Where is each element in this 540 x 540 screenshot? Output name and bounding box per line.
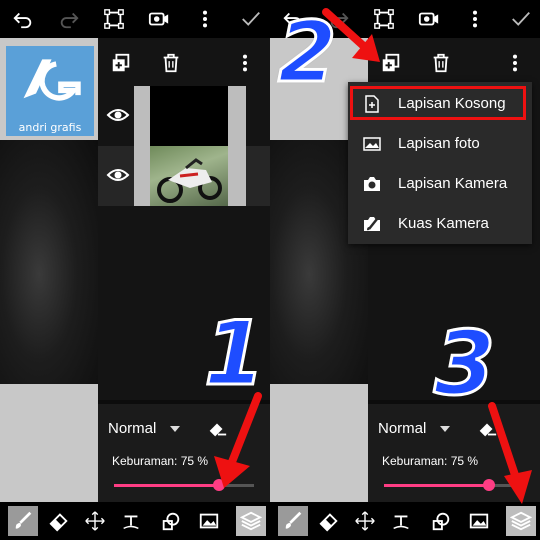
layer-row-blank[interactable]: [98, 86, 270, 146]
opacity-slider-fill: [384, 484, 489, 487]
move-tool-button[interactable]: [350, 506, 380, 536]
camera-layer-icon: [362, 174, 382, 194]
logo-text: andri grafis: [18, 121, 82, 134]
layer-thumbnail-photo-right: [228, 146, 246, 206]
undo-icon[interactable]: [12, 8, 34, 30]
video-record-icon[interactable]: [148, 8, 170, 30]
andri-grafis-logo: andri grafis: [6, 46, 94, 136]
photo-layer-icon: [362, 134, 382, 154]
image-tool-button[interactable]: [464, 506, 494, 536]
menu-item-photo-layer[interactable]: Lapisan foto: [348, 124, 532, 164]
camera-brush-icon: [362, 214, 382, 234]
menu-item-label: Kuas Kamera: [398, 215, 489, 232]
layer-thumbnail-photo-left: [134, 146, 150, 206]
brush-tool-button[interactable]: [278, 506, 308, 536]
red-arrow-icon: [214, 392, 262, 488]
shape-tool-button[interactable]: [426, 506, 456, 536]
shape-tool-button[interactable]: [156, 506, 186, 536]
video-record-icon[interactable]: [418, 8, 440, 30]
bottom-toolbar: [0, 502, 270, 540]
crop-frame-icon[interactable]: [103, 8, 125, 30]
layer-thumbnail-blank: [150, 86, 228, 146]
eraser-tool-button[interactable]: [44, 506, 74, 536]
redo-icon[interactable]: [58, 8, 80, 30]
canvas-area-bottom: [270, 384, 368, 502]
opacity-slider-fill: [114, 484, 219, 487]
opacity-label: Keburaman: 75 %: [112, 454, 209, 468]
layer-thumbnail-motorcycle: [150, 146, 228, 206]
layers-tool-button[interactable]: [506, 506, 536, 536]
menu-item-camera-brush[interactable]: Kuas Kamera: [348, 204, 532, 244]
more-options-icon[interactable]: [464, 8, 486, 30]
layer-thumbnail-blank-right: [228, 86, 246, 146]
text-tool-button[interactable]: [116, 506, 146, 536]
menu-item-label: Lapisan Kamera: [398, 175, 508, 192]
canvas-area-bottom: [0, 384, 98, 502]
step-number-3: 3: [432, 312, 496, 415]
red-arrow-icon: [488, 402, 532, 504]
menu-item-camera-layer[interactable]: Lapisan Kamera: [348, 164, 532, 204]
top-toolbar: [0, 0, 270, 38]
image-tool-button[interactable]: [194, 506, 224, 536]
opacity-label: Keburaman: 75 %: [382, 454, 479, 468]
apply-check-icon[interactable]: [510, 8, 532, 30]
left-screenshot-panel: andri grafis Normal Keburaman: 75 % 1: [0, 0, 270, 540]
highlight-box: [350, 86, 526, 120]
delete-layer-icon[interactable]: [160, 52, 182, 74]
add-layer-icon[interactable]: [110, 52, 132, 74]
layer-options-icon[interactable]: [504, 52, 526, 74]
bottom-toolbar: [270, 502, 540, 540]
blend-mode-select[interactable]: Normal: [378, 420, 426, 437]
canvas-photo: [0, 140, 98, 384]
more-options-icon[interactable]: [194, 8, 216, 30]
layer-row-photo[interactable]: [98, 146, 270, 206]
step-number-1: 1: [202, 302, 266, 405]
delete-layer-icon[interactable]: [430, 52, 452, 74]
eye-visibility-icon[interactable]: [106, 164, 130, 186]
dropdown-arrow-icon[interactable]: [440, 426, 450, 432]
apply-check-icon[interactable]: [240, 8, 262, 30]
eye-visibility-icon[interactable]: [106, 104, 130, 126]
brush-tool-button[interactable]: [8, 506, 38, 536]
red-arrow-icon: [322, 8, 380, 62]
blend-mode-select[interactable]: Normal: [108, 420, 156, 437]
menu-item-blank-layer[interactable]: Lapisan Kosong: [348, 84, 532, 124]
layer-thumbnail-blank-left: [134, 86, 150, 146]
menu-item-label: Lapisan foto: [398, 135, 480, 152]
layers-tool-button[interactable]: [236, 506, 266, 536]
eraser-tool-button[interactable]: [314, 506, 344, 536]
add-layer-menu: Lapisan Kosong Lapisan foto Lapisan Kame…: [348, 82, 532, 244]
dropdown-arrow-icon[interactable]: [170, 426, 180, 432]
move-tool-button[interactable]: [80, 506, 110, 536]
layer-options-icon[interactable]: [234, 52, 256, 74]
right-screenshot-panel: Normal Keburaman: 75 % 2 3: [270, 0, 540, 540]
text-tool-button[interactable]: [386, 506, 416, 536]
